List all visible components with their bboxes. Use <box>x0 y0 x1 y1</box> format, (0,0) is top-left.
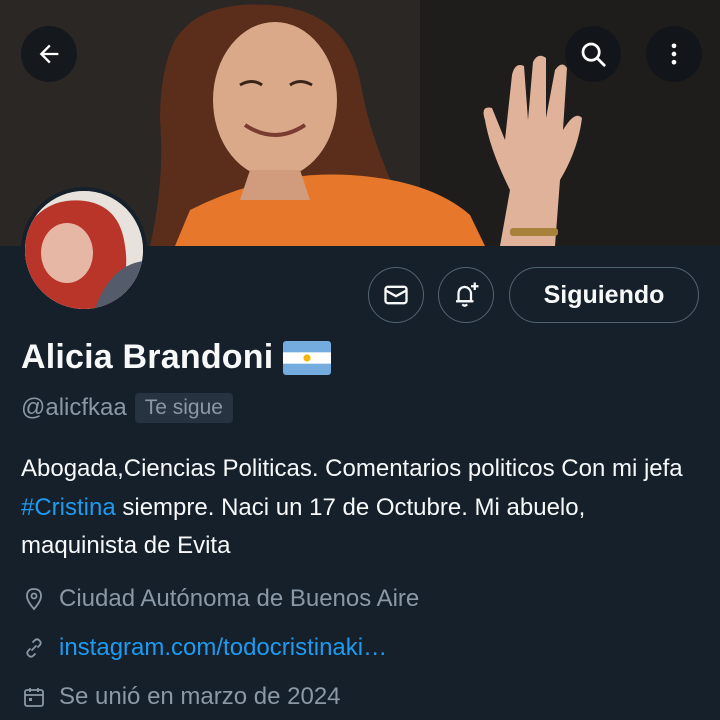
search-icon <box>581 42 606 67</box>
handle-row: @alicfkaa Te sigue <box>21 393 233 423</box>
arrow-left-icon <box>39 44 59 64</box>
link-icon <box>21 635 47 661</box>
notifications-button[interactable] <box>438 267 494 323</box>
username-handle: @alicfkaa <box>21 394 127 421</box>
mail-icon <box>384 285 408 305</box>
location-pin-icon <box>21 586 47 612</box>
joined-row: Se unió en marzo de 2024 <box>21 683 341 711</box>
location-row: Ciudad Autónoma de Buenos Aire <box>21 585 419 613</box>
bio-text-1: Abogada,Ciencias Politicas. Comentarios … <box>21 455 683 482</box>
more-vertical-icon <box>671 43 677 65</box>
following-button[interactable]: Siguiendo <box>509 267 699 323</box>
avatar-photo <box>25 191 143 309</box>
search-button[interactable] <box>565 26 621 82</box>
follows-you-badge: Te sigue <box>134 393 233 423</box>
argentina-flag-icon <box>283 340 332 375</box>
website-row: instagram.com/todocristinaki… <box>21 634 387 662</box>
display-name: Alicia Brandoni <box>21 338 274 376</box>
profile-name-row: Alicia Brandoni <box>21 338 332 377</box>
joined-date: Se unió en marzo de 2024 <box>59 683 341 710</box>
message-button[interactable] <box>368 267 424 323</box>
bio-hashtag-link[interactable]: #Cristina <box>21 494 116 521</box>
calendar-icon <box>21 684 47 710</box>
profile-bio: Abogada,Ciencias Politicas. Comentarios … <box>21 450 701 566</box>
profile-avatar[interactable] <box>21 187 147 313</box>
back-button[interactable] <box>21 26 77 82</box>
website-link[interactable]: instagram.com/todocristinaki… <box>59 634 387 662</box>
location-text: Ciudad Autónoma de Buenos Aire <box>59 585 420 612</box>
more-options-button[interactable] <box>646 26 702 82</box>
bell-plus-icon <box>456 282 479 307</box>
